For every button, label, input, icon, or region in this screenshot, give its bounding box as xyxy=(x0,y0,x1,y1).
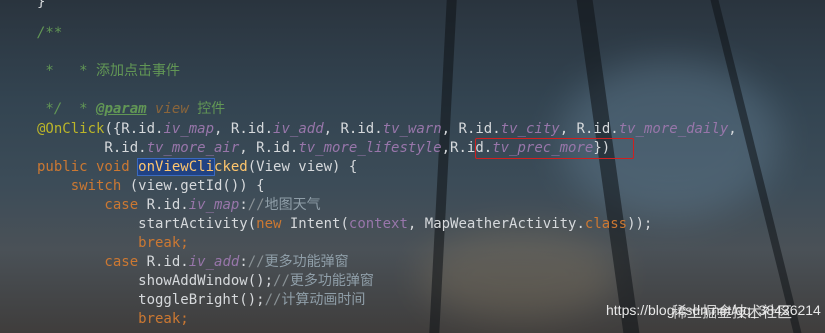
code-token: iv_add xyxy=(273,121,324,137)
highlight-box xyxy=(475,138,634,159)
code-line-12: break; xyxy=(37,234,189,253)
code-token: onViewCli xyxy=(137,158,216,176)
code-line-3: * xyxy=(37,63,54,79)
code-token: 更多功能弹窗 xyxy=(289,273,374,289)
comment-text: 添加点击事件 xyxy=(96,63,181,79)
code-token: 计算动画时间 xyxy=(281,292,366,308)
code-token: , R.id. xyxy=(559,121,619,137)
javadoc-desc: 控件 xyxy=(197,101,226,117)
code-line-16: break; xyxy=(37,310,189,329)
code-line-5: */ xyxy=(37,101,63,117)
code-token: )); xyxy=(627,216,653,232)
code-token: iv_map xyxy=(188,197,240,213)
code-line-10: case R.id.iv_map://地图天气 xyxy=(37,196,321,215)
juejin-logo-text: 稀土掘金技术社区 xyxy=(672,303,793,321)
code-token: // xyxy=(247,254,265,270)
code-token: (view.getId()) { xyxy=(129,178,265,194)
code-token: cked xyxy=(214,159,248,175)
code-token: R.id. xyxy=(146,197,189,213)
code-line-1: /** xyxy=(37,25,63,41)
code-token: , xyxy=(728,121,737,137)
code-token: break; xyxy=(37,311,189,327)
code-token: // xyxy=(273,273,290,289)
code-token: , xyxy=(441,140,451,156)
code-line-8: public void onViewClicked(View view) { xyxy=(37,158,357,177)
code-line-13: case R.id.iv_add://更多功能弹窗 xyxy=(37,253,349,272)
code-line-11: startActivity(new Intent(context, MapWea… xyxy=(37,215,652,234)
code-token: tv_city xyxy=(500,121,560,137)
code-token: new xyxy=(256,216,290,232)
code-token: class xyxy=(584,216,628,232)
code-token: public void xyxy=(37,159,139,175)
code-token: , R.id. xyxy=(323,121,383,137)
code-token: 地图天气 xyxy=(264,197,321,213)
code-line-2: * 添加点击事件 xyxy=(37,43,180,79)
code-token: break; xyxy=(37,235,189,251)
code-token: showAddWindow(); xyxy=(37,273,274,289)
code-token: toggleBright(); xyxy=(37,292,265,308)
code-line-9: switch (view.getId()) { xyxy=(37,177,265,196)
code-token: , R.id. xyxy=(214,121,274,137)
code-token: (View view) { xyxy=(247,159,358,175)
code-token: : xyxy=(239,254,248,270)
javadoc-tag: @param xyxy=(96,101,147,117)
code-token: tv_more_air xyxy=(146,140,240,156)
code-line-4: * @param view 控件 xyxy=(37,81,225,117)
code-token: R.id. xyxy=(37,140,147,156)
code-line-15: toggleBright();//计算动画时间 xyxy=(37,291,365,310)
code-token: , R.id. xyxy=(239,140,299,156)
code-token: // xyxy=(247,197,265,213)
code-token: tv_warn xyxy=(382,121,442,137)
code-token: case xyxy=(37,197,147,213)
code-token: switch xyxy=(37,178,130,194)
code-editor[interactable]: } /** * 添加点击事件 * * @param view 控件 */ @On… xyxy=(0,0,825,333)
code-token: ({R.id. xyxy=(104,121,164,137)
code-line-0: } xyxy=(37,0,46,10)
code-token: , R.id. xyxy=(441,121,501,137)
code-token: // xyxy=(264,292,282,308)
code-token: context xyxy=(348,216,408,232)
code-token: tv_more_daily xyxy=(618,121,729,137)
code-token: 更多功能弹窗 xyxy=(264,254,349,270)
code-token: case xyxy=(37,254,147,270)
code-token: startActivity( xyxy=(37,216,257,232)
code-token: tv_more_lifestyle xyxy=(298,140,442,156)
code-token: @OnClick xyxy=(37,121,105,137)
code-token: iv_add xyxy=(188,254,240,270)
code-token: , MapWeatherActivity. xyxy=(407,216,585,232)
code-token: iv_map xyxy=(163,121,215,137)
comment-prefix: * xyxy=(70,101,97,117)
code-line-6: @OnClick({R.id.iv_map, R.id.iv_add, R.id… xyxy=(37,120,737,139)
code-token: Intent( xyxy=(289,216,349,232)
code-token: R.id. xyxy=(146,254,189,270)
code-token: : xyxy=(239,197,248,213)
comment-prefix: * xyxy=(70,63,97,79)
code-line-14: showAddWindow();//更多功能弹窗 xyxy=(37,272,374,291)
javadoc-param: view xyxy=(155,101,189,117)
